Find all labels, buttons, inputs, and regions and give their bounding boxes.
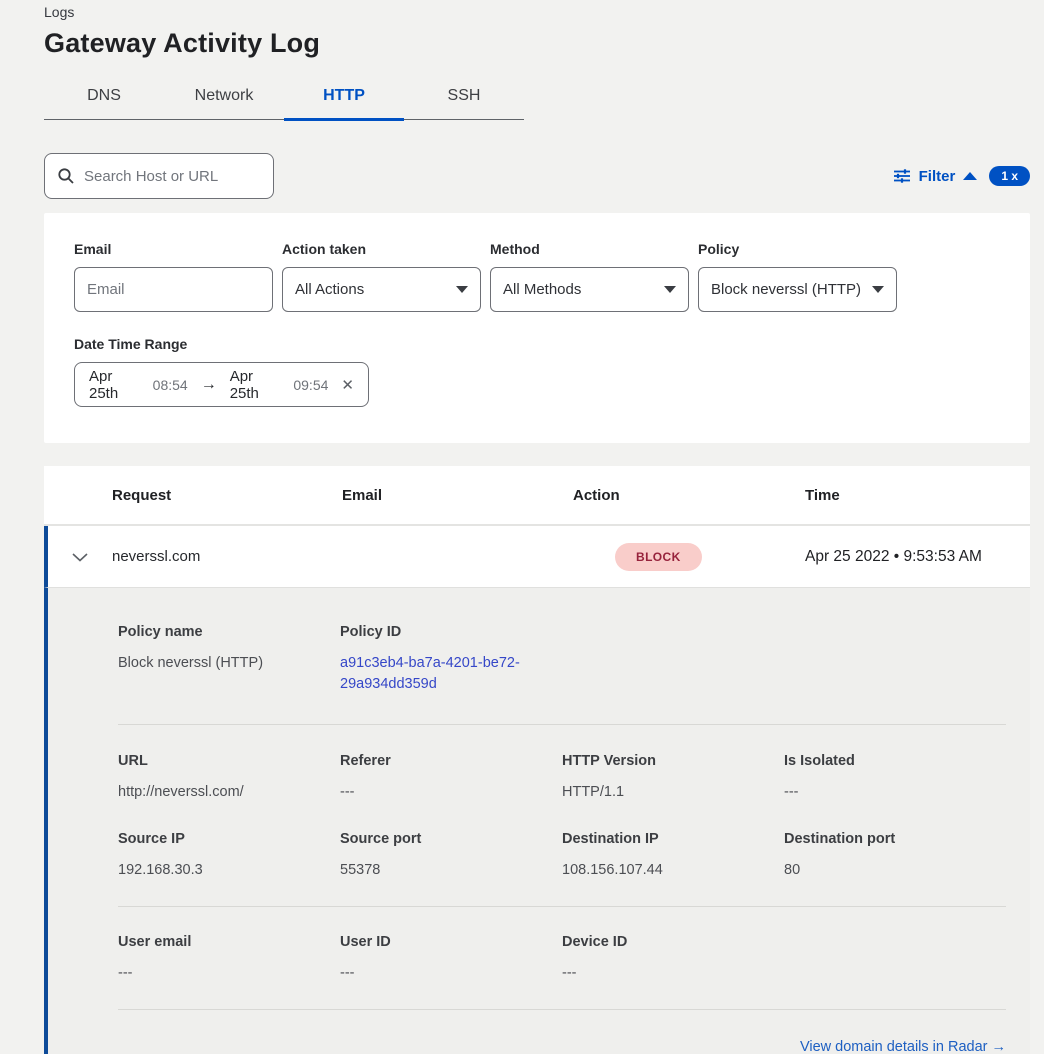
detail-destination-port: Destination port 80 bbox=[784, 831, 1006, 881]
filter-label: Filter bbox=[919, 168, 956, 185]
date-range-picker[interactable]: Apr 25th 08:54 → Apr 25th 09:54 ✕ bbox=[74, 362, 369, 407]
table-row[interactable]: neverssl.com BLOCK Apr 25 2022 • 9:53:53… bbox=[44, 526, 1030, 587]
row-details-expanded: Policy name Block neverssl (HTTP) Policy… bbox=[44, 587, 1030, 1054]
toolbar: Filter 1 x bbox=[44, 153, 1030, 199]
divider bbox=[118, 724, 1006, 725]
filter-field-action: Action taken All Actions bbox=[282, 241, 481, 312]
radar-details-link[interactable]: View domain details in Radar → bbox=[800, 1039, 1006, 1054]
clear-date-icon[interactable]: ✕ bbox=[341, 376, 354, 394]
header-email: Email bbox=[342, 487, 573, 504]
breadcrumb[interactable]: Logs bbox=[44, 4, 1030, 20]
detail-destination-ip: Destination IP 108.156.107.44 bbox=[562, 831, 784, 881]
header-action: Action bbox=[573, 487, 805, 504]
end-time[interactable]: 09:54 bbox=[293, 377, 328, 393]
detail-referer: Referer --- bbox=[340, 753, 562, 803]
filter-sliders-icon bbox=[893, 168, 911, 184]
log-type-tabs: DNS Network HTTP SSH bbox=[44, 75, 524, 120]
policy-value: Block neverssl (HTTP) bbox=[711, 281, 872, 298]
start-time[interactable]: 08:54 bbox=[153, 377, 188, 393]
filter-toggle[interactable]: Filter 1 x bbox=[893, 166, 1030, 186]
row-request: neverssl.com bbox=[112, 548, 342, 565]
method-select[interactable]: All Methods bbox=[490, 267, 689, 312]
detail-policy-id: Policy ID a91c3eb4-ba7a-4201-be72-29a934… bbox=[340, 624, 562, 695]
filter-count-badge[interactable]: 1 x bbox=[989, 166, 1030, 186]
row-expand-chevron-icon[interactable] bbox=[72, 552, 88, 562]
detail-device-id: Device ID --- bbox=[562, 934, 784, 984]
chevron-down-icon bbox=[456, 286, 468, 293]
policy-id-link[interactable]: a91c3eb4-ba7a-4201-be72-29a934dd359d bbox=[340, 653, 532, 695]
search-icon bbox=[57, 167, 75, 185]
tab-ssh[interactable]: SSH bbox=[404, 75, 524, 121]
row-time: Apr 25 2022 • 9:53:53 AM bbox=[805, 548, 1030, 566]
date-range-label: Date Time Range bbox=[74, 336, 1000, 352]
collapse-caret-icon bbox=[963, 172, 977, 180]
detail-user-id: User ID --- bbox=[340, 934, 562, 984]
filter-field-policy: Policy Block neverssl (HTTP) bbox=[698, 241, 897, 312]
action-taken-value: All Actions bbox=[295, 281, 456, 298]
divider bbox=[118, 906, 1006, 907]
action-block-badge: BLOCK bbox=[615, 543, 702, 571]
tab-dns[interactable]: DNS bbox=[44, 75, 164, 121]
detail-source-port: Source port 55378 bbox=[340, 831, 562, 881]
start-date[interactable]: Apr 25th bbox=[89, 368, 144, 402]
activity-table: Request Email Action Time neverssl.com B… bbox=[44, 466, 1030, 1054]
method-label: Method bbox=[490, 241, 689, 257]
filter-field-method: Method All Methods bbox=[490, 241, 689, 312]
divider bbox=[118, 1009, 1006, 1010]
policy-label: Policy bbox=[698, 241, 897, 257]
method-value: All Methods bbox=[503, 281, 664, 298]
email-label: Email bbox=[74, 241, 273, 257]
detail-url: URL http://neverssl.com/ bbox=[118, 753, 340, 803]
detail-user-email: User email --- bbox=[118, 934, 340, 984]
detail-is-isolated: Is Isolated --- bbox=[784, 753, 1006, 803]
filter-panel: Email Action taken All Actions Method Al… bbox=[44, 213, 1030, 443]
filter-field-email: Email bbox=[74, 241, 273, 312]
detail-http-version: HTTP Version HTTP/1.1 bbox=[562, 753, 784, 803]
policy-select[interactable]: Block neverssl (HTTP) bbox=[698, 267, 897, 312]
tab-http[interactable]: HTTP bbox=[284, 75, 404, 121]
header-time: Time bbox=[805, 487, 1030, 504]
action-taken-select[interactable]: All Actions bbox=[282, 267, 481, 312]
action-taken-label: Action taken bbox=[282, 241, 481, 257]
chevron-down-icon bbox=[664, 286, 676, 293]
header-request: Request bbox=[112, 487, 342, 504]
table-header-row: Request Email Action Time bbox=[44, 466, 1030, 526]
detail-source-ip: Source IP 192.168.30.3 bbox=[118, 831, 340, 881]
page-title: Gateway Activity Log bbox=[44, 28, 1030, 59]
range-arrow-icon: → bbox=[197, 376, 221, 394]
search-box[interactable] bbox=[44, 153, 274, 199]
email-input[interactable] bbox=[87, 281, 260, 298]
tab-network[interactable]: Network bbox=[164, 75, 284, 121]
search-input[interactable] bbox=[84, 168, 283, 185]
end-date[interactable]: Apr 25th bbox=[230, 368, 285, 402]
gateway-activity-page: Logs Gateway Activity Log DNS Network HT… bbox=[0, 0, 1044, 1054]
filter-field-daterange: Date Time Range Apr 25th 08:54 → Apr 25t… bbox=[74, 336, 1000, 407]
detail-policy-name: Policy name Block neverssl (HTTP) bbox=[118, 624, 340, 695]
chevron-down-icon bbox=[872, 286, 884, 293]
